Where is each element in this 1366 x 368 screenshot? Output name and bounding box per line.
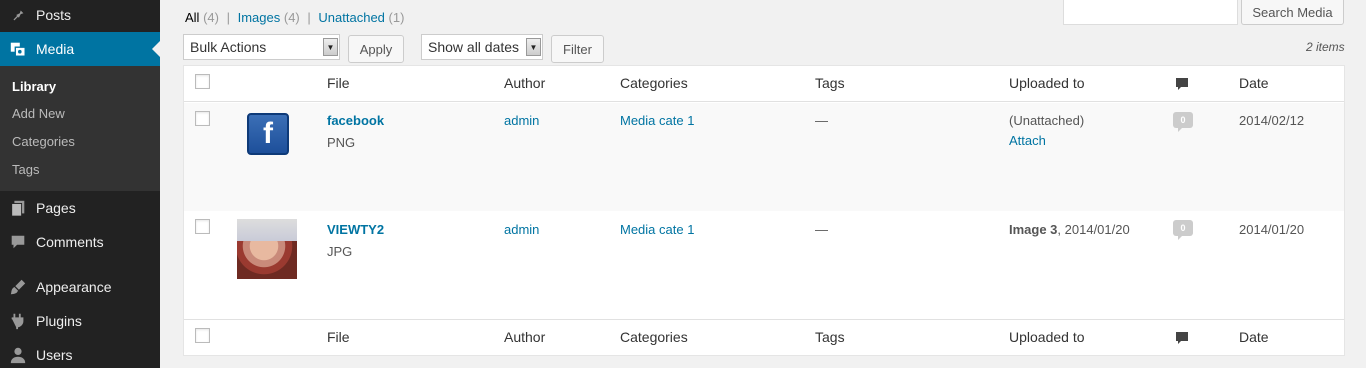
uploaded-to-value: Image 3, 2014/01/20 xyxy=(1009,222,1130,237)
media-type: JPG xyxy=(327,244,353,259)
admin-sidebar: Posts Media Library Add New Categories T… xyxy=(0,0,160,368)
comments-icon xyxy=(0,225,36,259)
media-icon xyxy=(0,32,36,66)
col-file[interactable]: File xyxy=(327,329,350,345)
menu-label: Appearance xyxy=(36,279,112,295)
col-author: Author xyxy=(504,329,546,345)
plug-icon xyxy=(0,304,36,338)
author-link[interactable]: admin xyxy=(504,113,539,128)
apply-button[interactable]: Apply xyxy=(348,35,404,63)
col-author: Author xyxy=(504,75,546,91)
menu-item-users[interactable]: Users xyxy=(0,338,160,368)
menu-label: Pages xyxy=(36,200,76,216)
row-checkbox[interactable] xyxy=(195,111,210,126)
attach-link[interactable]: Attach xyxy=(1009,133,1046,148)
author-link[interactable]: admin xyxy=(504,222,539,237)
category-link[interactable]: Media cate 1 xyxy=(620,113,694,128)
tags-value: — xyxy=(815,222,828,237)
pages-icon xyxy=(0,191,36,225)
chevron-down-icon: ▼ xyxy=(526,38,541,56)
col-file[interactable]: File xyxy=(327,75,350,91)
separator: | xyxy=(307,10,311,25)
col-tags: Tags xyxy=(815,75,845,91)
search-input[interactable] xyxy=(1063,0,1238,25)
select-all-checkbox[interactable] xyxy=(195,328,210,343)
user-icon xyxy=(0,338,36,368)
view-unattached-link[interactable]: Unattached xyxy=(318,10,385,25)
col-categories: Categories xyxy=(620,329,688,345)
view-unattached-count: (1) xyxy=(388,10,405,25)
row-checkbox[interactable] xyxy=(195,219,210,234)
media-title-link[interactable]: facebook xyxy=(327,113,384,128)
col-date[interactable]: Date xyxy=(1239,329,1269,345)
menu-item-posts[interactable]: Posts xyxy=(0,0,160,32)
media-title-link[interactable]: VIEWTY2 xyxy=(327,222,384,237)
select-all-checkbox[interactable] xyxy=(195,74,210,89)
menu-item-media[interactable]: Media xyxy=(0,32,160,66)
facebook-thumbnail[interactable]: f xyxy=(247,113,289,155)
comment-count-badge[interactable]: 0 xyxy=(1173,220,1193,240)
menu-label: Media xyxy=(36,41,75,57)
uploaded-to-value: (Unattached) xyxy=(1009,113,1085,128)
separator: | xyxy=(226,10,230,25)
view-filters: All (4) | Images (4) | Unattached (1) xyxy=(185,10,404,25)
table-row: f facebook PNG admin Media cate 1 — (Una… xyxy=(184,103,1344,211)
media-table: File Author Categories Tags Uploaded to … xyxy=(183,65,1345,356)
submenu-library[interactable]: Library xyxy=(12,79,56,94)
pin-icon xyxy=(0,0,36,32)
col-categories: Categories xyxy=(620,75,688,91)
baby-photo-thumbnail[interactable] xyxy=(237,219,297,279)
main-content: All (4) | Images (4) | Unattached (1) Se… xyxy=(160,0,1366,368)
comment-count-badge[interactable]: 0 xyxy=(1173,112,1193,132)
tags-value: — xyxy=(815,113,828,128)
view-all-count: (4) xyxy=(203,10,219,25)
menu-item-appearance[interactable]: Appearance xyxy=(0,270,160,304)
col-uploaded-to[interactable]: Uploaded to xyxy=(1009,75,1085,91)
bulk-actions-value: Bulk Actions xyxy=(190,39,267,55)
view-all-label[interactable]: All xyxy=(185,10,199,25)
menu-label: Comments xyxy=(36,234,104,250)
menu-label: Plugins xyxy=(36,313,82,329)
comment-icon[interactable] xyxy=(1174,76,1190,95)
media-type: PNG xyxy=(327,135,356,150)
filter-button[interactable]: Filter xyxy=(551,35,604,63)
table-footer: File Author Categories Tags Uploaded to … xyxy=(184,319,1344,355)
menu-item-comments[interactable]: Comments xyxy=(0,225,160,259)
submenu-add-new[interactable]: Add New xyxy=(12,106,65,121)
col-tags: Tags xyxy=(815,329,845,345)
date-value: 2014/02/12 xyxy=(1239,113,1305,128)
media-submenu: Library Add New Categories Tags xyxy=(0,66,160,191)
comment-icon[interactable] xyxy=(1174,330,1190,349)
submenu-tags[interactable]: Tags xyxy=(12,162,39,177)
submenu-categories[interactable]: Categories xyxy=(12,134,75,149)
parent-post-title[interactable]: Image 3 xyxy=(1009,222,1057,237)
category-link[interactable]: Media cate 1 xyxy=(620,222,694,237)
view-images-count: (4) xyxy=(283,10,300,25)
chevron-down-icon: ▼ xyxy=(323,38,338,56)
bulk-actions-select[interactable]: Bulk Actions ▼ xyxy=(183,34,340,60)
col-date[interactable]: Date xyxy=(1239,75,1269,91)
table-row: VIEWTY2 JPG admin Media cate 1 — Image 3… xyxy=(184,211,1344,319)
brush-icon xyxy=(0,270,36,304)
parent-post-date: , 2014/01/20 xyxy=(1057,222,1130,237)
dates-value: Show all dates xyxy=(428,39,520,55)
search-media-button[interactable]: Search Media xyxy=(1241,0,1344,25)
menu-item-plugins[interactable]: Plugins xyxy=(0,304,160,338)
menu-item-pages[interactable]: Pages xyxy=(0,191,160,225)
items-count: 2 items xyxy=(1306,40,1345,54)
menu-label: Posts xyxy=(36,7,72,23)
col-uploaded-to[interactable]: Uploaded to xyxy=(1009,329,1085,345)
dates-select[interactable]: Show all dates ▼ xyxy=(421,34,543,60)
table-header: File Author Categories Tags Uploaded to … xyxy=(184,66,1344,102)
menu-label: Users xyxy=(36,347,73,363)
date-value: 2014/01/20 xyxy=(1239,222,1305,237)
view-images-link[interactable]: Images xyxy=(238,10,281,25)
